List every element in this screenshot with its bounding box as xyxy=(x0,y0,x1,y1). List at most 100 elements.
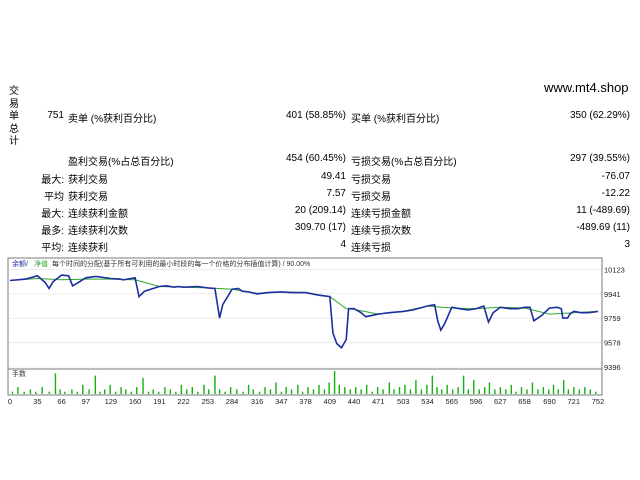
volume-bar xyxy=(505,389,507,394)
volume-bar xyxy=(125,389,127,394)
chart-y-axis: 10123 9941 9759 9578 9396 xyxy=(604,265,625,372)
x-tick-label: 721 xyxy=(568,397,581,406)
chart-volume-frame xyxy=(7,368,603,396)
x-tick-label: 35 xyxy=(33,397,41,406)
volume-bar xyxy=(247,384,250,394)
volume-bar xyxy=(426,384,428,394)
volume-bar xyxy=(420,389,423,394)
volume-bar xyxy=(382,389,384,394)
volume-bar xyxy=(393,389,395,394)
volume-bar xyxy=(371,391,373,394)
volume-bar xyxy=(23,391,25,394)
volume-bar xyxy=(175,391,177,394)
x-tick-label: 534 xyxy=(421,397,434,406)
volume-bar xyxy=(130,391,132,394)
volume-bar xyxy=(436,387,438,394)
legend-balance: 余额 xyxy=(12,259,26,268)
volume-bar xyxy=(499,387,502,394)
x-tick-label: 66 xyxy=(57,397,65,406)
x-tick-label: 129 xyxy=(105,397,118,406)
volume-bar xyxy=(59,389,61,394)
volume-bar xyxy=(164,387,166,394)
volume-bar xyxy=(258,391,261,394)
volume-bar xyxy=(365,384,368,394)
chart-caption: 每个时间的分配(基于所有可利用的最小时段的每一个价格的分布插值计算) / 90.… xyxy=(52,259,310,268)
volume-bar xyxy=(355,387,357,394)
volume-bar xyxy=(280,391,283,394)
volume-bar xyxy=(224,391,226,394)
x-tick-label: 627 xyxy=(494,397,507,406)
x-tick-label: 347 xyxy=(275,397,288,406)
volume-bar xyxy=(398,387,401,394)
volume-bar xyxy=(589,389,591,394)
volume-bar xyxy=(152,389,154,394)
volume-bar xyxy=(431,375,434,394)
volume-bar xyxy=(584,387,586,394)
x-tick-label: 284 xyxy=(226,397,239,406)
volume-bar xyxy=(71,389,73,394)
legend-separator: / xyxy=(26,261,28,268)
volume-bar xyxy=(307,387,309,394)
volume-bar xyxy=(252,389,254,394)
volume-bar xyxy=(578,389,581,394)
y-tick-label: 9941 xyxy=(604,290,621,299)
volume-bar xyxy=(11,391,14,394)
volume-bar xyxy=(531,382,534,394)
volume-bar xyxy=(229,387,232,394)
volume-bar xyxy=(290,389,293,394)
volume-bar xyxy=(114,391,117,394)
volume-bar xyxy=(312,389,315,394)
volume-bar xyxy=(333,371,336,394)
volume-bar xyxy=(48,391,50,394)
volume-bar xyxy=(109,384,111,394)
volume-bar xyxy=(557,389,559,394)
volume-bar xyxy=(191,387,193,394)
x-tick-label: 565 xyxy=(446,397,459,406)
volume-bar xyxy=(275,382,277,394)
volume-bar xyxy=(595,391,597,394)
volume-bar xyxy=(41,387,43,394)
volume-bar xyxy=(451,389,454,394)
volume-bar xyxy=(147,391,150,394)
volume-bar xyxy=(285,387,287,394)
volume-bar xyxy=(269,389,272,394)
legend-equity: 净值 xyxy=(34,259,48,268)
volume-bar xyxy=(76,391,79,394)
volume-bar xyxy=(297,384,299,394)
volume-bar xyxy=(197,391,199,394)
volume-bar xyxy=(301,391,304,394)
volume-bar xyxy=(478,389,480,394)
volume-bar xyxy=(157,391,160,394)
volume-bar xyxy=(515,391,517,394)
volume-bar xyxy=(415,380,417,394)
volume-bar xyxy=(242,391,244,394)
volume-bar xyxy=(552,384,555,394)
x-tick-label: 316 xyxy=(251,397,264,406)
volume-bar xyxy=(214,375,216,394)
y-tick-label: 9396 xyxy=(604,363,621,372)
x-tick-label: 378 xyxy=(299,397,312,406)
x-tick-label: 503 xyxy=(397,397,410,406)
volume-bar xyxy=(484,387,486,394)
volume-bar xyxy=(520,387,523,394)
volume-bar xyxy=(349,389,351,394)
volume-bar xyxy=(404,384,406,394)
x-tick-label: 471 xyxy=(372,397,385,406)
y-tick-label: 9759 xyxy=(604,314,621,323)
x-tick-label: 0 xyxy=(8,397,12,406)
volume-bar xyxy=(94,375,97,394)
volume-bar xyxy=(457,387,459,394)
volume-bar xyxy=(29,389,32,394)
volume-bar xyxy=(82,384,84,394)
volume-bar xyxy=(562,380,565,394)
volume-bar xyxy=(142,377,144,394)
volume-bar xyxy=(388,382,391,394)
volume-bar xyxy=(120,387,122,394)
volume-bar xyxy=(136,387,138,394)
volume-bar xyxy=(218,389,221,394)
chart-x-axis: 0 35 66 97 129 160 191 222 253 284 316 347 378 409 440… xyxy=(8,397,604,406)
volume-bar xyxy=(64,391,66,394)
volume-bar xyxy=(104,389,106,394)
volume-bar xyxy=(208,389,210,394)
x-tick-label: 409 xyxy=(324,397,337,406)
